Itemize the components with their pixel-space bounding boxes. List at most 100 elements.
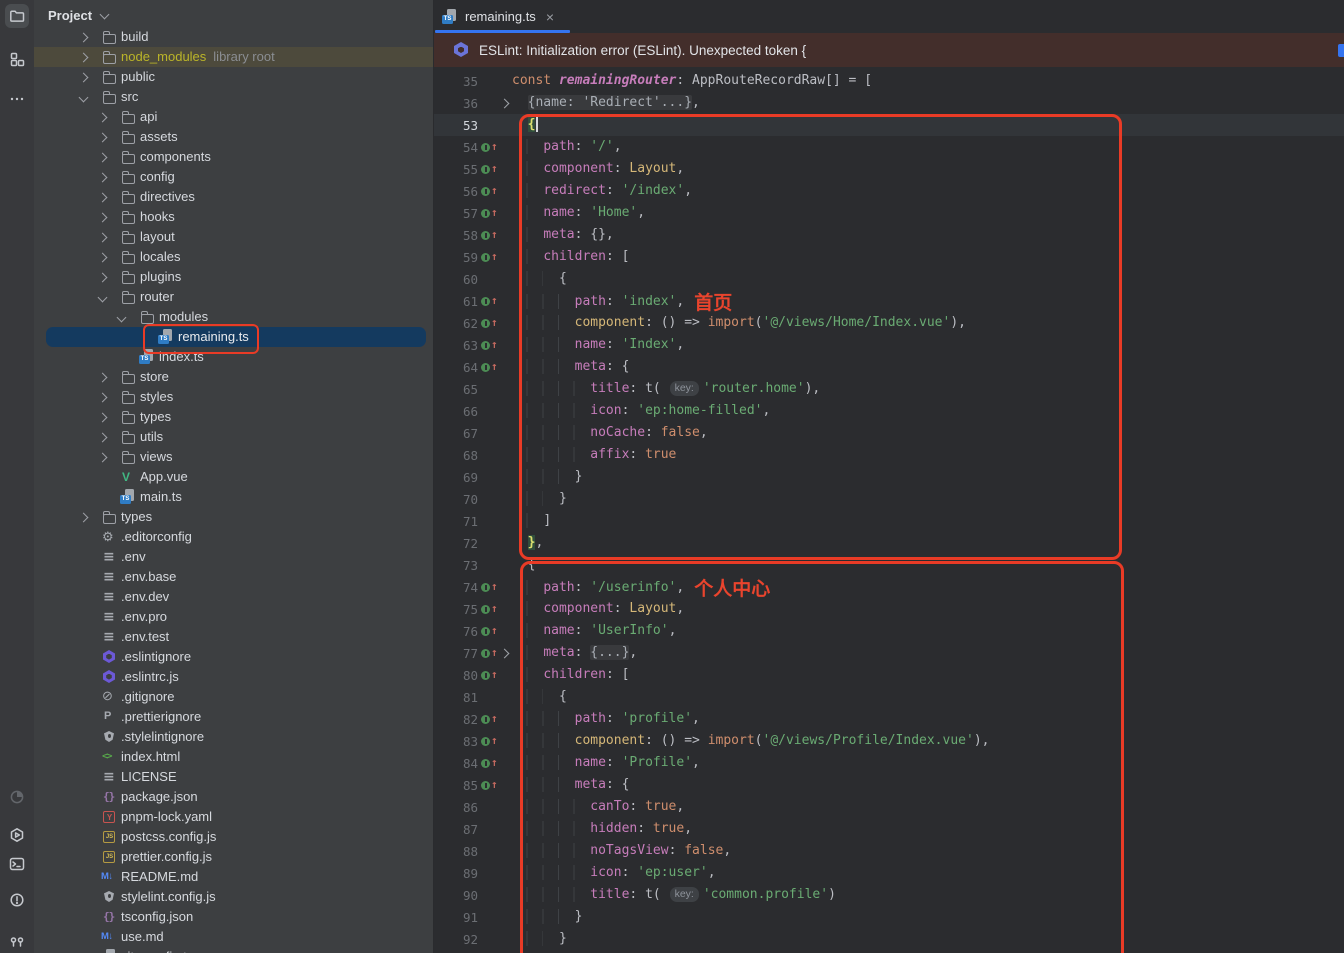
chevron-right-icon[interactable] [98, 433, 108, 443]
gutter-marker-icon[interactable] [481, 583, 490, 592]
code-line-71[interactable]: 71 ] [434, 510, 1344, 532]
tree-item--env-test[interactable]: .env.test [34, 627, 433, 647]
folded-code-placeholder[interactable]: {...} [590, 645, 629, 660]
tree-item-node-modules[interactable]: node_moduleslibrary root [34, 47, 433, 67]
gutter-marker-icon[interactable] [481, 231, 490, 240]
more-tools-icon[interactable] [5, 87, 29, 111]
code-line-36[interactable]: 36 {name: 'Redirect'...}, [434, 92, 1344, 114]
tree-item-app-vue[interactable]: App.vue [34, 467, 433, 487]
gutter-arrow-icon[interactable]: ↑ [491, 712, 498, 725]
code-line-90[interactable]: 90 title: t( key:'common.profile') [434, 884, 1344, 906]
gutter-arrow-icon[interactable]: ↑ [491, 668, 498, 681]
code-line-92[interactable]: 92 } [434, 928, 1344, 950]
gutter-arrow-icon[interactable]: ↑ [491, 162, 498, 175]
chevron-right-icon[interactable] [98, 113, 108, 123]
gutter-arrow-icon[interactable]: ↑ [491, 602, 498, 615]
gutter-marker-icon[interactable] [481, 143, 490, 152]
tree-item--gitignore[interactable]: .gitignore [34, 687, 433, 707]
project-tool-icon[interactable] [5, 4, 29, 28]
gutter-arrow-icon[interactable]: ↑ [491, 778, 498, 791]
tree-item-pnpm-lock-yaml[interactable]: pnpm-lock.yaml [34, 807, 433, 827]
code-line-56[interactable]: 56↑ redirect: '/index', [434, 180, 1344, 202]
gutter-marker-icon[interactable] [481, 605, 490, 614]
tree-item-directives[interactable]: directives [34, 187, 433, 207]
tab-close-icon[interactable]: × [546, 10, 554, 24]
project-panel-header[interactable]: Project [34, 0, 433, 30]
fold-chevron-icon[interactable] [500, 98, 510, 108]
tree-item-tsconfig-json[interactable]: tsconfig.json [34, 907, 433, 927]
tree-item-views[interactable]: views [34, 447, 433, 467]
version-control-tool-icon[interactable] [5, 928, 29, 952]
gutter-arrow-icon[interactable]: ↑ [491, 294, 498, 307]
gutter-arrow-icon[interactable]: ↑ [491, 140, 498, 153]
folded-code-placeholder[interactable]: {name: 'Redirect'...} [528, 95, 692, 110]
gutter-arrow-icon[interactable]: ↑ [491, 206, 498, 219]
code-line-62[interactable]: 62↑ component: () => import('@/views/Hom… [434, 312, 1344, 334]
tree-item-stylelint-config-js[interactable]: stylelint.config.js [34, 887, 433, 907]
gutter-marker-icon[interactable] [481, 187, 490, 196]
tree-item-vite-config-ts[interactable]: vite.config.ts [34, 947, 433, 953]
code-line-59[interactable]: 59↑ children: [ [434, 246, 1344, 268]
tree-item-use-md[interactable]: use.md [34, 927, 433, 947]
services-tool-icon[interactable] [5, 823, 29, 847]
tree-item--prettierignore[interactable]: .prettierignore [34, 707, 433, 727]
code-line-53[interactable]: 53 { [434, 114, 1344, 136]
gutter-marker-icon[interactable] [481, 649, 490, 658]
code-line-66[interactable]: 66 icon: 'ep:home-filled', [434, 400, 1344, 422]
banner-action-clipped[interactable] [1338, 44, 1344, 57]
gutter-arrow-icon[interactable]: ↑ [491, 184, 498, 197]
chevron-right-icon[interactable] [98, 393, 108, 403]
code-line-61[interactable]: 61↑ path: 'index',首页 [434, 290, 1344, 312]
chevron-right-icon[interactable] [98, 233, 108, 243]
tree-item-router[interactable]: router [34, 287, 433, 307]
gutter-arrow-icon[interactable]: ↑ [491, 360, 498, 373]
gutter-marker-icon[interactable] [481, 737, 490, 746]
tree-item--env-dev[interactable]: .env.dev [34, 587, 433, 607]
terminal-tool-icon[interactable] [5, 852, 29, 876]
chevron-right-icon[interactable] [79, 513, 89, 523]
tree-item-build[interactable]: build [34, 27, 433, 47]
code-line-65[interactable]: 65 title: t( key:'router.home'), [434, 378, 1344, 400]
chevron-right-icon[interactable] [98, 173, 108, 183]
tree-item-components[interactable]: components [34, 147, 433, 167]
code-line-67[interactable]: 67 noCache: false, [434, 422, 1344, 444]
code-line-64[interactable]: 64↑ meta: { [434, 356, 1344, 378]
chevron-right-icon[interactable] [79, 73, 89, 83]
gutter-marker-icon[interactable] [481, 627, 490, 636]
problems-tool-icon[interactable] [5, 888, 29, 912]
tree-item-modules[interactable]: modules [34, 307, 433, 327]
tree-item-hooks[interactable]: hooks [34, 207, 433, 227]
gutter-marker-icon[interactable] [481, 759, 490, 768]
gutter-arrow-icon[interactable]: ↑ [491, 250, 498, 263]
tree-item-assets[interactable]: assets [34, 127, 433, 147]
chevron-right-icon[interactable] [79, 33, 89, 43]
gutter-marker-icon[interactable] [481, 253, 490, 262]
tree-item-main-ts[interactable]: main.ts [34, 487, 433, 507]
tree-item-locales[interactable]: locales [34, 247, 433, 267]
tree-item-styles[interactable]: styles [34, 387, 433, 407]
tree-item-license[interactable]: LICENSE [34, 767, 433, 787]
code-line-72[interactable]: 72 }, [434, 532, 1344, 554]
profiler-tool-icon[interactable] [5, 785, 29, 809]
code-line-69[interactable]: 69 } [434, 466, 1344, 488]
chevron-right-icon[interactable] [98, 273, 108, 283]
tree-item--eslintrc-js[interactable]: .eslintrc.js [34, 667, 433, 687]
code-line-58[interactable]: 58↑ meta: {}, [434, 224, 1344, 246]
chevron-right-icon[interactable] [98, 193, 108, 203]
code-line-70[interactable]: 70 } [434, 488, 1344, 510]
code-line-55[interactable]: 55↑ component: Layout, [434, 158, 1344, 180]
tree-item-config[interactable]: config [34, 167, 433, 187]
chevron-right-icon[interactable] [98, 153, 108, 163]
gutter-arrow-icon[interactable]: ↑ [491, 580, 498, 593]
gutter-marker-icon[interactable] [481, 781, 490, 790]
code-line-77[interactable]: 77↑ meta: {...}, [434, 642, 1344, 664]
code-line-35[interactable]: 35const remainingRouter: AppRouteRecordR… [434, 70, 1344, 92]
code-line-87[interactable]: 87 hidden: true, [434, 818, 1344, 840]
gutter-arrow-icon[interactable]: ↑ [491, 646, 498, 659]
gutter-arrow-icon[interactable]: ↑ [491, 624, 498, 637]
gutter-marker-icon[interactable] [481, 341, 490, 350]
chevron-right-icon[interactable] [98, 253, 108, 263]
code-line-85[interactable]: 85↑ meta: { [434, 774, 1344, 796]
gutter-arrow-icon[interactable]: ↑ [491, 316, 498, 329]
tree-item--stylelintignore[interactable]: .stylelintignore [34, 727, 433, 747]
